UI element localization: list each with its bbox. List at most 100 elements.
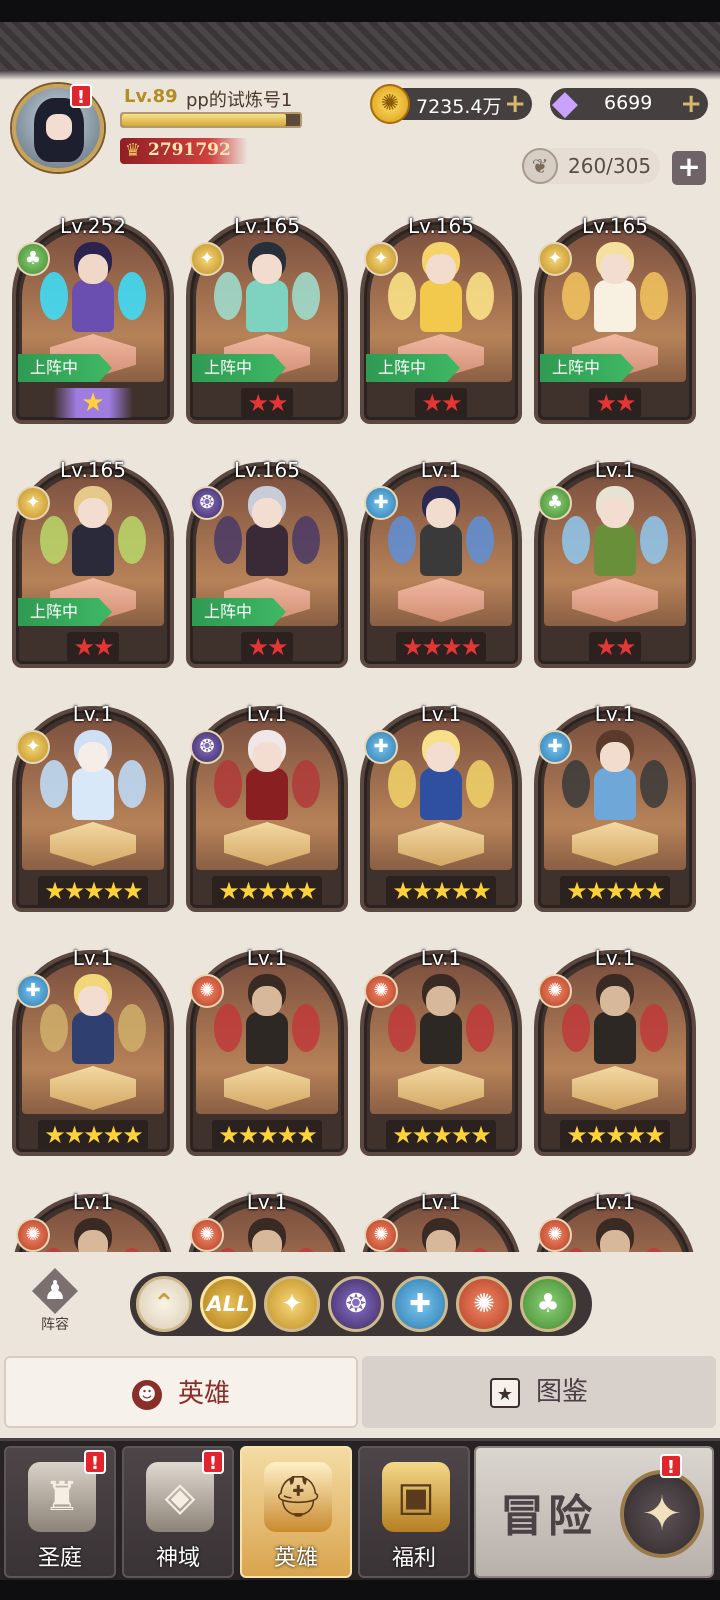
add-diamond-button[interactable]: +	[680, 88, 702, 120]
faction-dark-icon: ❂	[190, 486, 224, 520]
nav-heroes[interactable]: ⛑ 英雄	[240, 1446, 352, 1578]
deployed-tag: 上阵中	[366, 354, 460, 382]
hero-wing-left	[40, 1004, 68, 1052]
hero-level: Lv.165	[234, 458, 300, 482]
hero-body	[594, 280, 636, 332]
filter-light-button[interactable]: ✦	[264, 1276, 320, 1332]
filter-all-button[interactable]: ALL	[200, 1276, 256, 1332]
hero-body	[420, 280, 462, 332]
hero-card[interactable]: Lv.1 ♣ ★★	[534, 450, 696, 672]
star-rating-value: ★★★★★	[566, 877, 666, 905]
deployed-tag: 上阵中	[18, 598, 112, 626]
add-gold-button[interactable]: +	[504, 88, 526, 120]
star-rating: ★★	[360, 388, 522, 418]
faction-fire-icon: ✺	[364, 1218, 398, 1252]
hero-level: Lv.165	[234, 214, 300, 238]
hero-sprite	[562, 250, 668, 346]
hero-sprite	[562, 494, 668, 590]
gold-value: 7235.4万	[416, 96, 502, 118]
hero-card[interactable]: Lv.1 ✺ ★★★★★	[186, 938, 348, 1160]
coin-icon: ✺	[370, 84, 410, 124]
hero-card[interactable]: Lv.165 ✦ 上阵中 ★★	[12, 450, 174, 672]
combat-power-value: 2791792	[148, 140, 231, 160]
hero-wing-left	[562, 1004, 590, 1052]
hero-card[interactable]: Lv.1 ✚ ★★★★★	[360, 694, 522, 916]
star-rating-bg: ★★★★★	[212, 876, 322, 906]
hero-wing-left	[40, 760, 68, 808]
hero-head	[78, 742, 108, 772]
hero-card[interactable]: Lv.252 ♣ 上阵中 ★	[12, 206, 174, 428]
hero-card[interactable]: Lv.1 ✺	[360, 1182, 522, 1252]
team-button[interactable]: ♟ 阵容	[22, 1268, 88, 1338]
star-rating-value: ★★★★★	[218, 1121, 318, 1149]
compass-icon: ✦	[620, 1470, 704, 1558]
hero-wing-left	[562, 272, 590, 320]
hero-head	[600, 986, 630, 1016]
hero-level: Lv.1	[246, 1190, 288, 1214]
hero-card[interactable]: Lv.165 ✦ 上阵中 ★★	[186, 206, 348, 428]
hero-body	[420, 768, 462, 820]
hero-level: Lv.1	[594, 1190, 636, 1214]
hero-sprite	[388, 250, 494, 346]
filter-water-button[interactable]: ✚	[392, 1276, 448, 1332]
star-rating: ★★	[186, 388, 348, 418]
hero-card[interactable]: Lv.165 ✦ 上阵中 ★★	[534, 206, 696, 428]
hero-card[interactable]: Lv.1 ✚ ★★★★	[360, 450, 522, 672]
status-bar	[0, 0, 720, 22]
hero-card[interactable]: Lv.1 ✺	[534, 1182, 696, 1252]
hero-level: Lv.1	[594, 458, 636, 482]
faction-dark-icon: ❂	[190, 730, 224, 764]
faction-fire-icon: ✺	[538, 974, 572, 1008]
faction-fire-icon: ✺	[16, 1218, 50, 1252]
hero-card[interactable]: Lv.1 ✺ ★★★★★	[534, 938, 696, 1160]
filter-fire-button[interactable]: ✺	[456, 1276, 512, 1332]
star-rating: ★★★★★	[534, 1120, 696, 1150]
power-icon: ♛	[124, 140, 142, 161]
hero-wing-right	[640, 272, 668, 320]
faction-water-icon: ✚	[364, 730, 398, 764]
hero-card[interactable]: Lv.165 ❂ 上阵中 ★★	[186, 450, 348, 672]
hero-wing-left	[40, 272, 68, 320]
filter-sort-up-button[interactable]: ⌃	[136, 1276, 192, 1332]
star-rating: ★★★★★	[186, 876, 348, 906]
hero-wing-right	[118, 272, 146, 320]
hero-card[interactable]: Lv.1 ❂ ★★★★★	[186, 694, 348, 916]
star-rating-value: ★★★★★	[44, 877, 144, 905]
hero-head	[600, 1230, 630, 1252]
faction-fire-icon: ✺	[190, 1218, 224, 1252]
hero-level: Lv.1	[594, 702, 636, 726]
hero-card[interactable]: Lv.165 ✦ 上阵中 ★★	[360, 206, 522, 428]
hero-body	[246, 768, 288, 820]
filter-nature-button[interactable]: ♣	[520, 1276, 576, 1332]
star-rating: ★	[12, 388, 174, 418]
add-stamina-button[interactable]: +	[672, 151, 706, 185]
hero-wing-left	[562, 516, 590, 564]
hero-card[interactable]: Lv.1 ✦ ★★★★★	[12, 694, 174, 916]
hero-wing-left	[214, 272, 242, 320]
hero-head	[426, 498, 456, 528]
star-rating: ★★★★★	[12, 876, 174, 906]
deployed-tag: 上阵中	[540, 354, 634, 382]
combat-power: ♛ 2791792	[120, 138, 248, 164]
hero-sprite	[214, 738, 320, 834]
hero-card[interactable]: Lv.1 ✺ ★★★★★	[360, 938, 522, 1160]
hero-sprite	[388, 982, 494, 1078]
hero-card[interactable]: Lv.1 ✚ ★★★★★	[534, 694, 696, 916]
tab-heroes[interactable]: ☻ 英雄	[4, 1356, 358, 1428]
hero-head	[252, 986, 282, 1016]
exp-bar	[120, 112, 302, 128]
hero-card[interactable]: Lv.1 ✺	[186, 1182, 348, 1252]
hero-head	[426, 254, 456, 284]
star-rating: ★★	[534, 632, 696, 662]
filter-dark-button[interactable]: ❂	[328, 1276, 384, 1332]
hero-body	[594, 768, 636, 820]
star-rating-value: ★★★★★	[392, 1121, 492, 1149]
hero-card[interactable]: Lv.1 ✺	[12, 1182, 174, 1252]
hero-sprite	[214, 494, 320, 590]
hero-body	[246, 524, 288, 576]
tab-codex[interactable]: ★ 图鉴	[362, 1356, 716, 1428]
nav-welfare[interactable]: ▣ 福利	[358, 1446, 470, 1578]
deployed-tag: 上阵中	[18, 354, 112, 382]
hero-card[interactable]: Lv.1 ✚ ★★★★★	[12, 938, 174, 1160]
hero-wing-right	[118, 1004, 146, 1052]
